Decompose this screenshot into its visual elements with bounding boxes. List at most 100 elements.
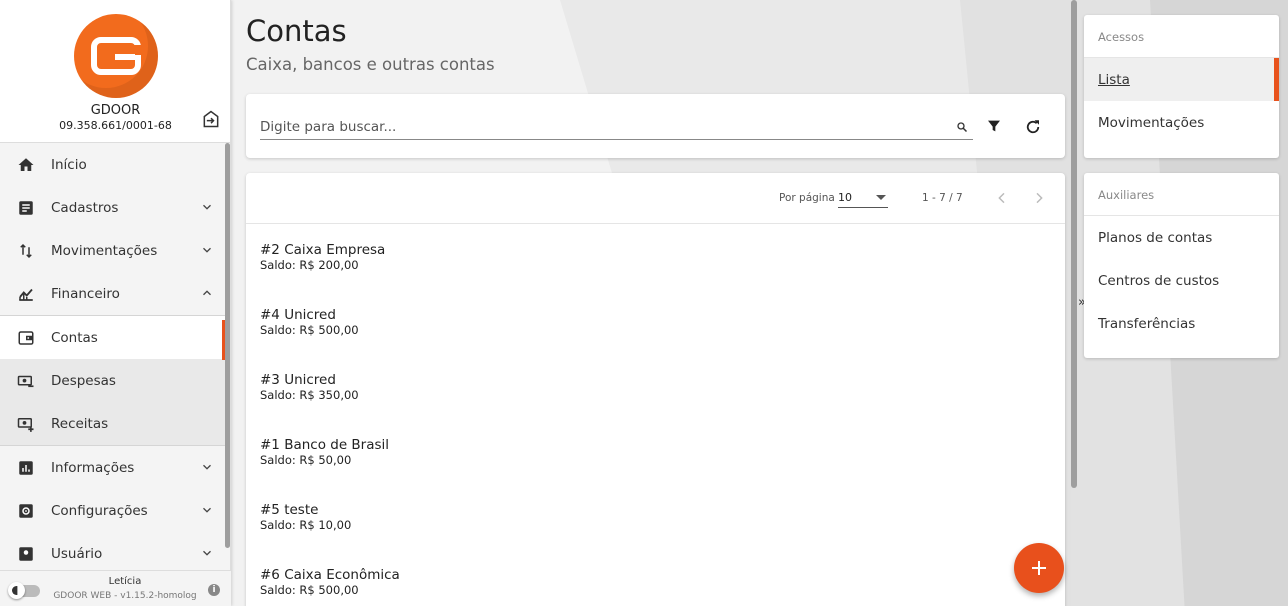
finance-chart-icon [17,285,35,303]
theme-icon [8,582,25,599]
chevron-down-icon [203,464,211,470]
main-scrollbar[interactable] [1071,0,1077,488]
sidebar: GDOOR 09.358.661/0001-68 Início Cadastro… [0,0,231,606]
company-name: GDOOR [90,103,141,118]
account-balance: Saldo: R$ 350,00 [260,388,359,402]
bar-chart-icon [17,459,35,477]
menu-item-label: Início [51,156,87,173]
sidebar-scrollbar[interactable] [225,143,230,548]
search-input[interactable] [260,114,973,140]
acessos-title: Acessos [1084,15,1279,58]
list-item[interactable]: #2 Caixa Empresa Saldo: R$ 200,00 [246,224,1065,289]
account-balance: Saldo: R$ 200,00 [260,258,359,272]
link-label: Centros de custos [1098,273,1220,289]
current-user: Letícia [108,576,142,587]
page-title: Contas [246,14,347,48]
menu-item-financeiro[interactable]: Financeiro [0,272,226,315]
account-name: #6 Caixa Econômica [260,567,400,583]
chevron-left-icon[interactable] [994,190,1010,206]
list-item[interactable]: #4 Unicred Saldo: R$ 500,00 [246,289,1065,354]
per-page-select[interactable]: 10 [838,188,888,208]
menu-item-label: Financeiro [51,285,120,302]
chevron-up-icon [203,290,211,296]
home-icon [17,156,35,174]
main-menu: Início Cadastros Movimentações Financeir… [0,143,226,575]
chevron-down-icon [203,507,211,513]
menu-item-label: Cadastros [51,199,119,216]
list-item[interactable]: #6 Caixa Econômica Saldo: R$ 500,00 [246,549,1065,606]
swap-vertical-icon [17,242,35,260]
info-icon[interactable]: i [208,584,220,596]
link-lista[interactable]: Lista [1084,58,1279,101]
company-logo [74,14,158,98]
per-page-value: 10 [838,191,852,204]
menu-item-movimentacoes[interactable]: Movimentações [0,229,226,272]
account-name: #5 teste [260,502,319,518]
auxiliares-card: Auxiliares Planos de contas Centros de c… [1084,173,1279,358]
acessos-card: Acessos Lista Movimentações [1084,15,1279,158]
cash-plus-icon [17,415,35,433]
link-label: Lista [1098,72,1130,88]
refresh-icon[interactable] [1024,118,1042,136]
sidebar-footer: Letícia GDOOR WEB - v1.15.2-homolog i [0,570,231,606]
accounts-list-card: Por página 10 1 - 7 / 7 #2 Caixa Empresa… [246,173,1065,606]
link-planos-de-contas[interactable]: Planos de contas [1084,216,1279,259]
menu-item-contas[interactable]: Contas [0,316,226,360]
brand-header: GDOOR 09.358.661/0001-68 [0,0,230,143]
menu-item-label: Receitas [51,415,109,432]
pagination-bar: Por página 10 1 - 7 / 7 [246,173,1065,224]
document-icon [17,199,35,217]
company-cnpj: 09.358.661/0001-68 [59,119,172,132]
menu-item-informacoes[interactable]: Informações [0,446,226,489]
cash-minus-icon [17,372,35,390]
chevron-down-icon [203,204,211,210]
wallet-icon [17,329,35,347]
menu-item-cadastros[interactable]: Cadastros [0,186,226,229]
list-item[interactable]: #3 Unicred Saldo: R$ 350,00 [246,354,1065,419]
chevron-down-icon [203,247,211,253]
chevron-down-icon [203,550,211,556]
menu-item-despesas[interactable]: Despesas [0,359,226,402]
menu-item-label: Configurações [51,502,148,519]
link-transferencias[interactable]: Transferências [1084,302,1279,345]
account-balance: Saldo: R$ 10,00 [260,518,352,532]
list-item[interactable]: #1 Banco de Brasil Saldo: R$ 50,00 [246,419,1065,484]
page-range: 1 - 7 / 7 [922,192,963,204]
menu-item-label: Movimentações [51,242,158,259]
menu-item-receitas[interactable]: Receitas [0,402,226,445]
search-card [246,94,1065,158]
account-balance: Saldo: R$ 500,00 [260,323,359,337]
page-subtitle: Caixa, bancos e outras contas [246,55,495,74]
menu-item-usuario[interactable]: Usuário [0,532,226,575]
account-balance: Saldo: R$ 500,00 [260,583,359,597]
account-name: #3 Unicred [260,372,336,388]
dropdown-arrow-icon [876,195,886,200]
add-account-button[interactable] [1014,543,1064,593]
menu-item-label: Contas [51,329,98,346]
link-centros-de-custos[interactable]: Centros de custos [1084,259,1279,302]
financeiro-submenu: Contas Despesas Receitas [0,315,226,446]
chevron-right-icon[interactable] [1031,190,1047,206]
link-label: Transferências [1098,316,1196,332]
menu-item-configuracoes[interactable]: Configurações [0,489,226,532]
link-movimentacoes[interactable]: Movimentações [1084,101,1279,144]
per-page-label: Por página [779,192,835,204]
link-label: Movimentações [1098,115,1205,131]
menu-item-label: Informações [51,459,135,476]
theme-toggle[interactable] [8,582,40,599]
account-name: #2 Caixa Empresa [260,242,386,258]
gear-icon [17,502,35,520]
search-icon[interactable] [956,121,968,133]
account-name: #1 Banco de Brasil [260,437,390,453]
app-version: GDOOR WEB - v1.15.2-homolog [53,591,197,601]
list-item[interactable]: #5 teste Saldo: R$ 10,00 [246,484,1065,549]
menu-item-inicio[interactable]: Início [0,143,226,186]
menu-item-label: Usuário [51,545,103,562]
user-icon [17,545,35,563]
filter-icon[interactable] [986,118,1002,134]
logout-icon[interactable] [201,109,221,129]
link-label: Planos de contas [1098,230,1213,246]
account-balance: Saldo: R$ 50,00 [260,453,352,467]
menu-item-label: Despesas [51,372,116,389]
account-name: #4 Unicred [260,307,336,323]
